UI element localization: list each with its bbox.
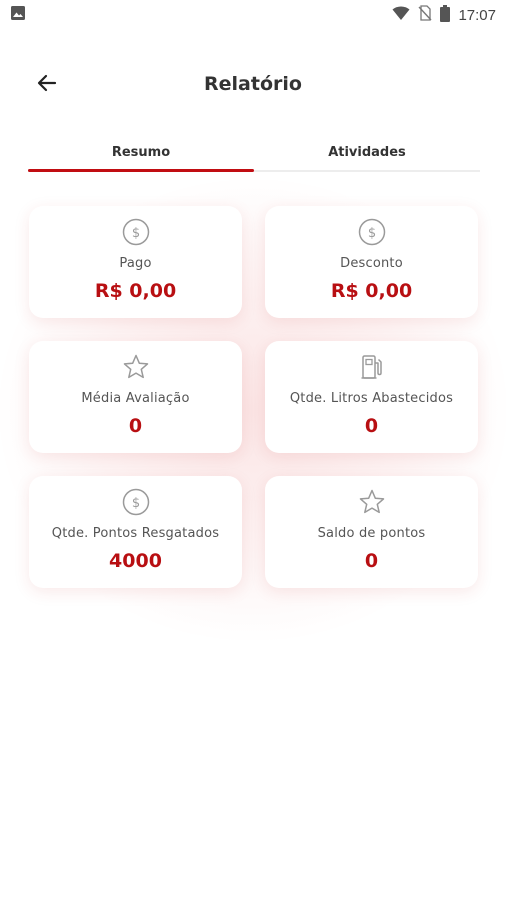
dollar-circle-icon: $ — [122, 488, 150, 516]
dollar-circle-icon: $ — [358, 218, 386, 246]
fuel-pump-icon — [358, 353, 386, 381]
card-label: Saldo de pontos — [317, 526, 426, 541]
card-qtde-pontos-resgatados: $ Qtde. Pontos Resgatados 4000 — [29, 476, 242, 588]
header: Relatório — [0, 56, 506, 112]
card-label: Qtde. Pontos Resgatados — [51, 526, 220, 541]
card-value: R$ 0,00 — [94, 280, 177, 302]
card-media-avaliacao: Média Avaliação 0 — [29, 341, 242, 453]
card-label: Pago — [119, 256, 152, 271]
star-icon — [122, 353, 150, 381]
card-label: Qtde. Litros Abastecidos — [289, 391, 454, 406]
card-value: R$ 0,00 — [330, 280, 413, 302]
card-value: 0 — [364, 550, 379, 572]
star-icon — [358, 488, 386, 516]
status-time: 17:07 — [458, 6, 496, 24]
page-title: Relatório — [204, 73, 302, 95]
card-value: 4000 — [109, 550, 162, 572]
card-qtde-litros: Qtde. Litros Abastecidos 0 — [265, 341, 478, 453]
wifi-icon — [392, 5, 410, 25]
svg-text:$: $ — [131, 226, 139, 241]
image-icon — [10, 5, 26, 25]
svg-text:$: $ — [367, 226, 375, 241]
screen: 17:07 Relatório Resumo Atividades $ Pago… — [0, 0, 506, 900]
card-label: Desconto — [340, 256, 403, 271]
tab-atividades[interactable]: Atividades — [254, 134, 480, 170]
tab-resumo[interactable]: Resumo — [28, 134, 254, 172]
card-value: 0 — [128, 415, 143, 437]
arrow-left-icon — [35, 71, 59, 99]
card-desconto: $ Desconto R$ 0,00 — [265, 206, 478, 318]
battery-icon — [440, 4, 451, 26]
card-saldo-de-pontos: Saldo de pontos 0 — [265, 476, 478, 588]
card-pago: $ Pago R$ 0,00 — [29, 206, 242, 318]
svg-text:$: $ — [131, 496, 139, 511]
no-sim-icon — [418, 5, 432, 25]
status-bar: 17:07 — [0, 0, 506, 30]
back-button[interactable] — [30, 68, 64, 102]
tab-bar: Resumo Atividades — [28, 134, 480, 172]
card-label: Média Avaliação — [81, 391, 190, 406]
dollar-circle-icon: $ — [122, 218, 150, 246]
card-value: 0 — [364, 415, 379, 437]
